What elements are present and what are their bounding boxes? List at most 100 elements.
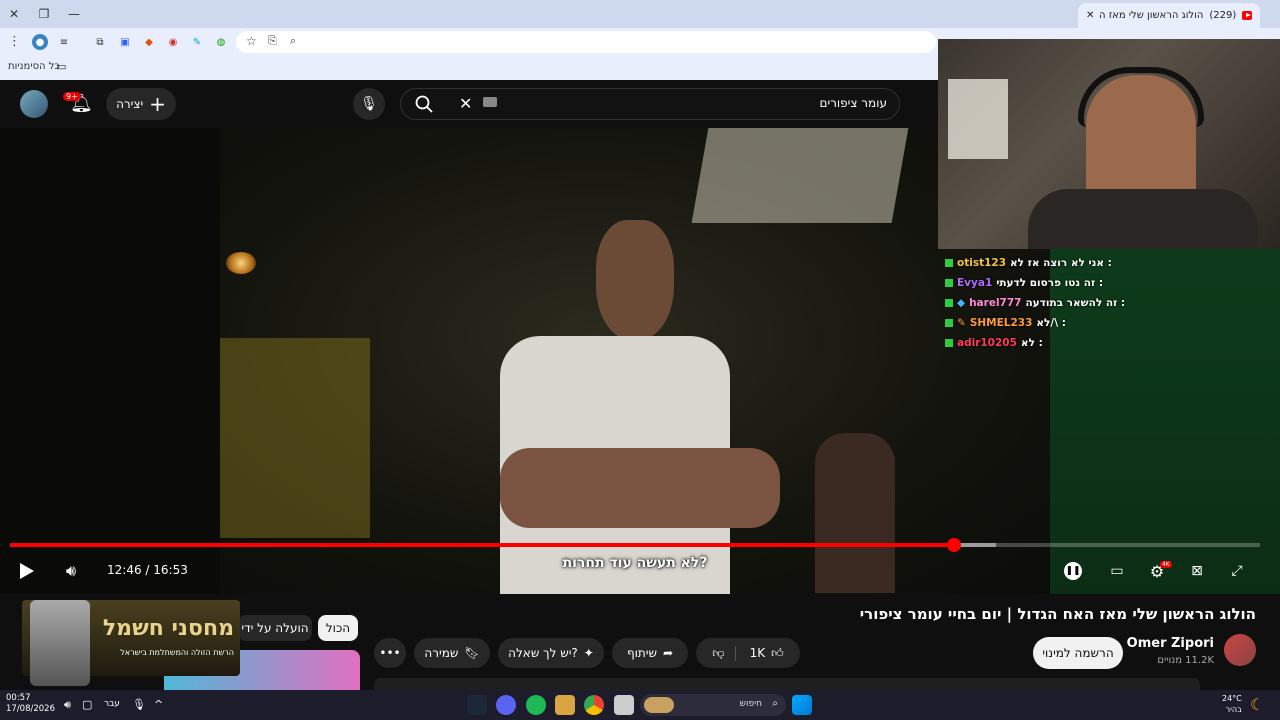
search-input[interactable]: עומר ציפורים [819, 96, 887, 110]
tab-title: הולוג הראשון שלי מאז האח... [1100, 10, 1204, 21]
network-icon[interactable]: ▢ [82, 698, 92, 711]
cast-icon[interactable]: ⎘ [268, 34, 277, 48]
extension-2-icon[interactable]: ◆ [141, 34, 157, 50]
tab-strip: ✕ ❐ — + (229) הולוג הראשון שלי מאז האח..… [0, 0, 1280, 28]
windows-start-icon[interactable] [792, 695, 812, 715]
address-bar[interactable]: ☆ ⎘ ⌕ [236, 31, 936, 53]
pause-circle-icon: ❚❚ [1064, 562, 1082, 580]
chat-message: ◆ harel777 זה להשאר בתודעה : [945, 293, 1280, 313]
avatar[interactable] [20, 90, 48, 118]
clock[interactable]: 00:57 17/08/2026 [6, 693, 55, 715]
moon-icon: ☾ [1250, 695, 1265, 714]
headphones-icon [1078, 67, 1204, 127]
filter-all-label: הכול [325, 621, 351, 635]
bookmarks-bar: כל הסימניות ▭ [0, 56, 938, 80]
chrome-menu-icon[interactable]: ⋮ [8, 34, 21, 49]
video-person-head [596, 220, 674, 340]
extension-1-icon[interactable]: ▣ [117, 34, 133, 50]
chat-user: adir10205 [957, 337, 1017, 349]
taskbar-search[interactable]: חיפוש ⌕ [640, 694, 786, 716]
extension-3-icon[interactable]: ◉ [165, 34, 181, 50]
chat-text: אני לא רוצה אז לא : [1010, 257, 1112, 269]
reading-list-icon[interactable]: ≡ [56, 34, 72, 50]
ask-label: יש לך שאלה? [508, 646, 578, 660]
like-dislike-group: 👎︎ 1K 👍︎ [696, 638, 800, 668]
search-button[interactable] [409, 89, 439, 119]
extension-4-icon[interactable]: ✎ [189, 34, 205, 50]
save-label: שמירה [424, 646, 459, 660]
search-box[interactable]: ✕ עומר ציפורים [400, 88, 900, 120]
time-display: 12:46 / 16:53 [107, 563, 188, 577]
webcam-overlay [938, 39, 1280, 249]
miniplayer-icon: ⊠ [1191, 563, 1203, 579]
share-button[interactable]: שיתוף ➦ [612, 638, 688, 668]
tab-count: (229) [1209, 10, 1237, 21]
quality-badge: 4K [1160, 561, 1172, 568]
pause-stream-button[interactable]: ❚❚ [1062, 560, 1084, 582]
minimize-window-button[interactable]: — [64, 4, 84, 24]
weather-desc: בהיר [1225, 705, 1242, 714]
voice-search-button[interactable]: 🎙︎ [353, 88, 385, 120]
app-icon[interactable] [555, 695, 575, 715]
taskbar-search-input[interactable]: חיפוש [740, 699, 762, 709]
ask-button[interactable]: יש לך שאלה? ✦ [498, 638, 604, 668]
close-window-button[interactable]: ✕ [4, 4, 24, 24]
volume-button[interactable]: 🔊︎ [58, 558, 84, 584]
steam-icon[interactable] [467, 695, 487, 715]
volume-tray-icon[interactable]: 🔊︎ [64, 698, 71, 712]
fullscreen-icon: ⤢ [1231, 563, 1243, 579]
ad-banner[interactable]: מחסני חשמל הרשת הזולה והמשתלמת בישראל [22, 600, 240, 686]
badge-icon: ✎ [957, 317, 966, 329]
profile-avatar-icon[interactable]: ● [32, 34, 48, 50]
chat-message: ✎ SHMEL233 לא/\ : [945, 313, 1280, 333]
close-tab-icon[interactable]: ✕ [1086, 10, 1094, 21]
share-label: שיתוף [626, 646, 657, 660]
play-icon [20, 563, 34, 579]
extension-5-icon[interactable]: ◍ [213, 34, 229, 50]
taskbar: 00:57 17/08/2026 🔊︎ ▢ עבר 🎙︎ ^ חיפוש ⌕ 2… [0, 690, 1280, 720]
spotify-icon[interactable] [526, 695, 546, 715]
subtitles-button[interactable]: ▭ [1106, 560, 1128, 582]
bookmark-star-icon[interactable]: ☆ [246, 34, 257, 48]
filter-chip-all[interactable]: הכול [318, 615, 358, 641]
like-count[interactable]: 1K [742, 646, 766, 660]
create-label: יצירה [116, 97, 144, 111]
tab-youtube[interactable]: (229) הולוג הראשון שלי מאז האח... ✕ [1078, 3, 1260, 28]
language-indicator[interactable]: עבר [104, 699, 120, 709]
play-button[interactable] [14, 558, 40, 584]
tray-expand-icon[interactable]: ^ [154, 698, 163, 711]
dislike-button[interactable]: 👎︎ [712, 645, 736, 661]
thumbs-up-icon[interactable]: 👍︎ [771, 646, 784, 661]
clear-search-icon[interactable]: ✕ [459, 94, 472, 113]
progress-scrubber[interactable] [946, 538, 961, 552]
zoom-icon[interactable]: ⌕ [290, 34, 296, 48]
video-player[interactable] [0, 128, 1050, 594]
subtitles-icon: ▭ [1110, 563, 1124, 579]
search-icon: ⌕ [772, 698, 778, 709]
extensions-icon[interactable]: ⧉ [92, 34, 108, 50]
share-icon: ➦ [662, 646, 674, 660]
channel-name[interactable]: Omer Zipori [1127, 636, 1214, 651]
subscribe-button[interactable]: הרשמה למינוי [1033, 637, 1123, 669]
chat-message: Evya1 זה נטו פרסום לדעתי : [945, 273, 1280, 293]
discord-icon[interactable] [496, 695, 516, 715]
thumbs-down-icon: 👎︎ [712, 645, 725, 660]
keyboard-icon[interactable] [483, 97, 497, 107]
fullscreen-button[interactable]: ⤢ [1226, 560, 1248, 582]
mic-tray-icon[interactable]: 🎙︎ [132, 698, 146, 711]
filter-chip-uploaded[interactable]: הועלה על ידי [238, 615, 312, 641]
video-title: הולוג הראשון שלי מאז האח הגדול | יום בחי… [859, 605, 1256, 623]
channel-avatar[interactable] [1224, 634, 1256, 666]
create-button[interactable]: יצירה + [106, 88, 176, 120]
weather-widget[interactable]: 24°C בהיר [1222, 693, 1242, 715]
chat-user: Evya1 [957, 277, 993, 289]
task-view-icon[interactable] [614, 695, 634, 715]
search-icon [415, 95, 433, 113]
more-actions-button[interactable]: ••• [374, 638, 406, 668]
all-bookmarks-label[interactable]: כל הסימניות [8, 61, 60, 72]
progress-played [10, 543, 954, 547]
save-button[interactable]: שמירה 🔖︎ [414, 638, 490, 668]
miniplayer-button[interactable]: ⊠ [1186, 560, 1208, 582]
chrome-icon[interactable] [584, 695, 604, 715]
maximize-window-button[interactable]: ❐ [34, 4, 54, 24]
